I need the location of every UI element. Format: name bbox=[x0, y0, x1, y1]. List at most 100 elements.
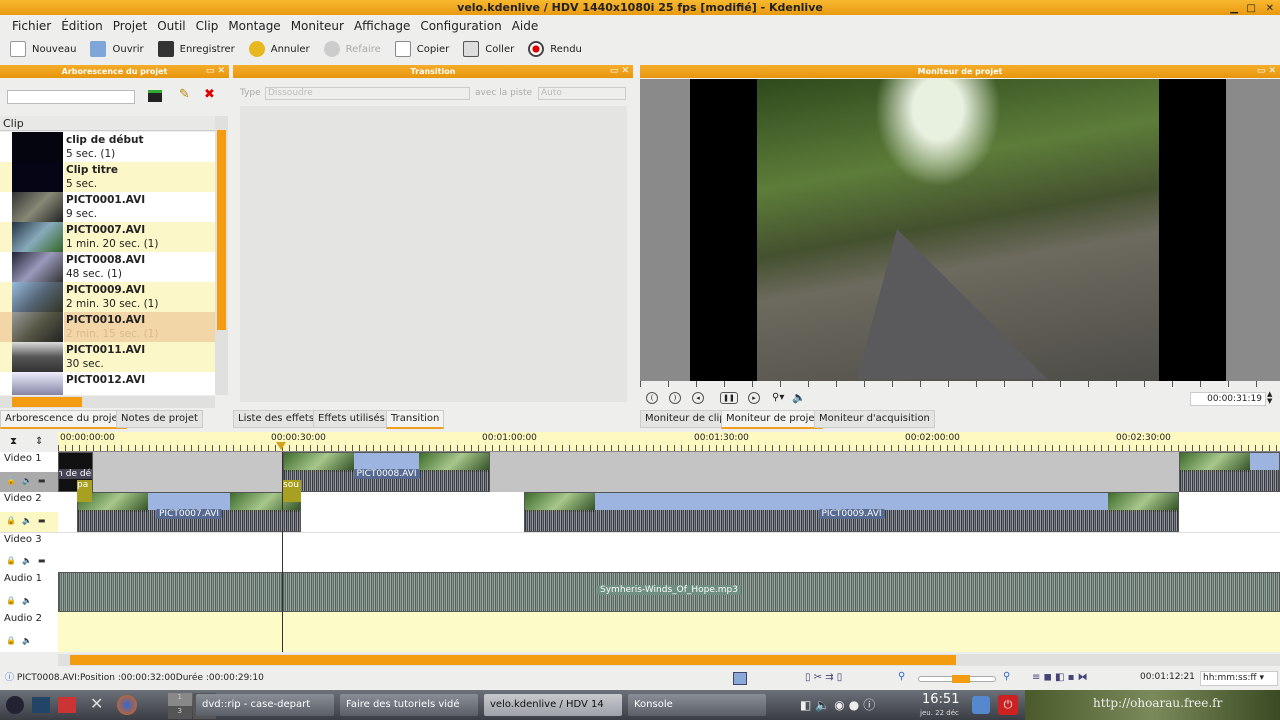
track-height-controls[interactable]: ⧗⇕ bbox=[0, 432, 58, 452]
menu-fichier[interactable]: Fichier bbox=[12, 16, 51, 36]
clip-item[interactable]: PICT0007.AVI 1 min. 20 sec. (1) bbox=[0, 222, 215, 252]
zoom-menu-icon[interactable]: ⚲▾ bbox=[772, 392, 784, 403]
lock-screen-icon[interactable] bbox=[972, 696, 990, 714]
type-select[interactable]: Dissoudre bbox=[265, 87, 470, 100]
tab-project-tree[interactable]: Arborescence du projet bbox=[0, 410, 127, 429]
launcher-icon[interactable] bbox=[58, 697, 76, 713]
menu-montage[interactable]: Montage bbox=[228, 16, 280, 36]
clip-item-selected[interactable]: PICT0010.AVI 2 min. 15 sec. (1) bbox=[0, 312, 215, 342]
track-lock-mute-hide-icons[interactable]: 🔒🔈▬ bbox=[6, 514, 51, 528]
view-mode-icons[interactable]: ≡ ◼ ◧ ▪ ⧓ bbox=[1032, 672, 1088, 683]
save-button[interactable]: Enregistrer bbox=[156, 41, 243, 57]
maximize-button[interactable]: □ bbox=[1247, 1, 1256, 16]
track-header[interactable]: Video 2 🔒🔈▬ bbox=[0, 492, 58, 532]
tools-icon[interactable]: ✕ bbox=[90, 694, 103, 713]
edit-clip-icon[interactable]: ✎ bbox=[179, 87, 190, 102]
scrollbar-thumb[interactable] bbox=[70, 655, 956, 665]
close-button[interactable]: ✕ bbox=[1266, 1, 1274, 16]
open-button[interactable]: Ouvrir bbox=[88, 41, 151, 57]
menu-clip[interactable]: Clip bbox=[196, 16, 219, 36]
timeline-clip[interactable]: PICT0008.AVI bbox=[283, 452, 490, 492]
task-firefox[interactable]: Faire des tutoriels vidé bbox=[340, 694, 478, 716]
volume-icon[interactable]: 🔈 bbox=[792, 391, 806, 404]
timeline-clip[interactable]: PICT0009.AVI bbox=[524, 492, 1179, 532]
scrollbar-thumb[interactable] bbox=[217, 130, 226, 330]
system-tray-icons[interactable]: ◧🔈◉●ⓘ bbox=[800, 696, 879, 713]
monitor-ruler[interactable] bbox=[640, 381, 1280, 387]
tab-effects-list[interactable]: Liste des effets bbox=[233, 410, 320, 428]
playhead-marker[interactable] bbox=[276, 442, 286, 450]
add-clip-icon[interactable] bbox=[148, 90, 162, 102]
clip-list-vscrollbar[interactable] bbox=[215, 116, 228, 395]
tab-transition[interactable]: Transition bbox=[386, 410, 445, 429]
clip-item[interactable]: PICT0012.AVI bbox=[0, 372, 215, 395]
firefox-icon[interactable] bbox=[117, 695, 137, 715]
zoom-slider-thumb[interactable] bbox=[952, 675, 970, 683]
clip-column-header[interactable]: Clip bbox=[0, 116, 215, 131]
task-kdenlive[interactable]: velo.kdenlive / HDV 14 bbox=[484, 694, 622, 716]
set-zone-end-icon[interactable]: ) bbox=[669, 392, 681, 404]
forward-icon[interactable]: ▸ bbox=[748, 392, 760, 404]
menu-edition[interactable]: Édition bbox=[61, 16, 103, 36]
timeline-hscrollbar[interactable] bbox=[58, 654, 1280, 666]
dock-float-close-icons[interactable]: ▭ ✕ bbox=[206, 65, 225, 78]
monitor-view[interactable] bbox=[640, 79, 1280, 381]
zoom-out-icon[interactable]: ⚲ bbox=[898, 671, 905, 682]
zoom-slider[interactable] bbox=[918, 675, 996, 683]
menu-aide[interactable]: Aide bbox=[512, 16, 539, 36]
logout-icon[interactable]: ⏻ bbox=[998, 695, 1018, 715]
timecode-format-select[interactable]: hh:mm:ss:ff ▾ bbox=[1200, 671, 1278, 686]
dock-float-close-icons[interactable]: ▭ ✕ bbox=[610, 65, 629, 78]
track-header[interactable]: Audio 1 🔒🔈 bbox=[0, 572, 58, 612]
menu-projet[interactable]: Projet bbox=[113, 16, 147, 36]
snap-icon[interactable] bbox=[733, 672, 747, 685]
tool-icons[interactable]: ▯ ✂ ⇉ ▯ bbox=[805, 672, 842, 683]
track-lock-mute-hide-icons[interactable]: 🔒🔈▬ bbox=[6, 474, 51, 488]
track-lock-mute-icons[interactable]: 🔒🔈 bbox=[6, 634, 38, 648]
track-header[interactable]: Audio 2 🔒🔈 bbox=[0, 612, 58, 652]
scrollbar-thumb[interactable] bbox=[12, 397, 82, 407]
timeline-clip[interactable] bbox=[1179, 452, 1280, 492]
redo-button[interactable]: Refaire bbox=[322, 41, 389, 57]
clip-item[interactable]: PICT0011.AVI 30 sec. bbox=[0, 342, 215, 372]
project-search-input[interactable] bbox=[7, 90, 135, 104]
dock-float-close-icons[interactable]: ▭ ✕ bbox=[1257, 65, 1276, 78]
task-konsole[interactable]: Konsole bbox=[628, 694, 766, 716]
transition-block[interactable]: sou bbox=[283, 480, 301, 502]
timecode-spinner[interactable]: ▲ ▼ bbox=[1267, 391, 1272, 405]
desktop-icon[interactable] bbox=[32, 697, 50, 713]
track-header[interactable]: Video 1 🔒🔈▬ bbox=[0, 452, 58, 492]
track-lock-mute-icons[interactable]: 🔒🔈 bbox=[6, 594, 38, 608]
zoom-in-icon[interactable]: ⚲ bbox=[1003, 671, 1010, 682]
menu-configuration[interactable]: Configuration bbox=[420, 16, 501, 36]
track-lock-mute-hide-icons[interactable]: 🔒🔈▬ bbox=[6, 554, 51, 568]
track-select[interactable]: Auto bbox=[538, 87, 626, 100]
clock-time[interactable]: 16:51 bbox=[922, 692, 959, 707]
paste-button[interactable]: Coller bbox=[461, 41, 522, 57]
start-menu-icon[interactable] bbox=[6, 696, 24, 714]
desktop-3[interactable]: 3 bbox=[168, 706, 192, 719]
tab-project-notes[interactable]: Notes de projet bbox=[116, 410, 203, 428]
timeline-ruler[interactable]: 00:00:00:00 00:00:30:00 00:01:00:00 00:0… bbox=[58, 432, 1280, 452]
playhead-line[interactable] bbox=[282, 452, 283, 652]
tab-project-monitor[interactable]: Moniteur de projet bbox=[721, 410, 824, 429]
menu-outil[interactable]: Outil bbox=[157, 16, 185, 36]
timeline-clip[interactable]: PICT0007.AVI bbox=[77, 492, 301, 532]
undo-button[interactable]: Annuler bbox=[247, 41, 318, 57]
clip-item[interactable]: PICT0001.AVI 9 sec. bbox=[0, 192, 215, 222]
render-button[interactable]: Rendu bbox=[526, 41, 590, 57]
delete-clip-icon[interactable]: ✖ bbox=[204, 87, 215, 102]
track-header[interactable]: Video 3 🔒🔈▬ bbox=[0, 533, 58, 572]
minimize-button[interactable]: ▁ bbox=[1230, 1, 1238, 16]
play-pause-button[interactable]: ❚❚ bbox=[720, 392, 738, 404]
clip-item[interactable]: Clip titre 5 sec. bbox=[0, 162, 215, 192]
tab-capture-monitor[interactable]: Moniteur d'acquisition bbox=[814, 410, 935, 428]
new-button[interactable]: Nouveau bbox=[8, 41, 84, 57]
timeline-audio-clip[interactable]: Symheris-Winds_Of_Hope.mp3 bbox=[58, 572, 1280, 612]
tab-used-effects[interactable]: Effets utilisés bbox=[313, 410, 390, 428]
copy-button[interactable]: Copier bbox=[393, 41, 458, 57]
transition-block[interactable]: pa bbox=[77, 480, 92, 502]
set-zone-start-icon[interactable]: ( bbox=[646, 392, 658, 404]
rewind-icon[interactable]: ◂ bbox=[692, 392, 704, 404]
monitor-timecode-input[interactable]: 00:00:31:19 bbox=[1190, 392, 1266, 406]
